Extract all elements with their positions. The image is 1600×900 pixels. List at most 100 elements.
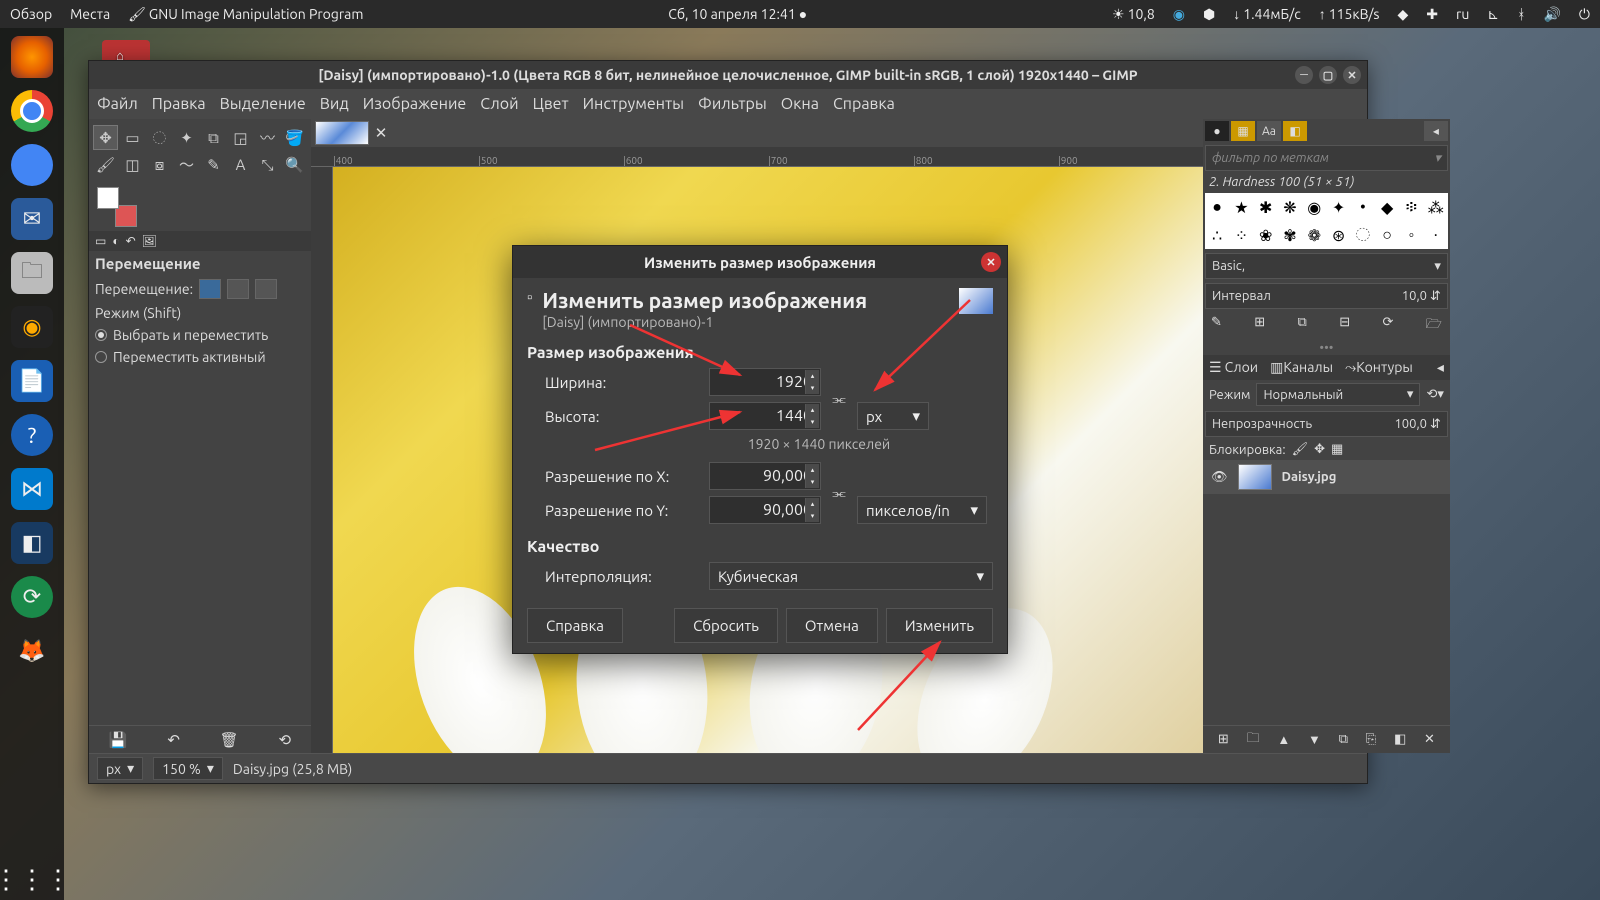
path-tool[interactable]: ✎ <box>201 152 226 177</box>
del-brush-icon[interactable]: ⊟ <box>1339 315 1350 337</box>
rhythmbox-launcher[interactable]: ◉ <box>11 306 53 348</box>
dialog-titlebar[interactable]: Изменить размер изображения ✕ <box>513 246 1007 278</box>
new-brush-icon[interactable]: ⊞ <box>1254 315 1265 337</box>
image-tab[interactable] <box>315 121 369 145</box>
paintbrush-tool[interactable]: 🖌 <box>93 152 118 177</box>
weather-indicator[interactable]: ☀ 10,8 <box>1112 6 1155 23</box>
warp-tool[interactable]: 〰 <box>255 125 280 150</box>
spin-up-icon[interactable]: ▴ <box>805 498 819 510</box>
free-select-tool[interactable]: ◌ <box>147 125 172 150</box>
unit-combo[interactable]: px▾ <box>97 757 143 780</box>
menu-layer[interactable]: Слой <box>480 95 518 113</box>
maximize-button[interactable]: ▢ <box>1319 66 1337 84</box>
menu-view[interactable]: Вид <box>320 95 349 113</box>
ruler-vertical[interactable] <box>311 167 333 753</box>
firefox-launcher[interactable] <box>11 36 53 78</box>
chrome-launcher[interactable] <box>11 90 53 132</box>
accessibility-icon[interactable]: ✚ <box>1426 6 1438 23</box>
rect-select-tool[interactable]: ▭ <box>120 125 145 150</box>
reset-opts-icon[interactable]: ⟲ <box>278 731 291 749</box>
move-selection-btn[interactable] <box>227 279 249 299</box>
brush-filter[interactable]: фильтр по меткам▾ <box>1205 145 1448 171</box>
lock-position-icon[interactable]: ✥ <box>1314 442 1325 457</box>
restore-opts-icon[interactable]: ↶ <box>167 731 180 749</box>
dock-menu-icon[interactable]: ◂ <box>1437 359 1444 376</box>
tool-opts-tab[interactable]: ▭ <box>95 234 106 248</box>
brush-grid[interactable]: ●★✱❋◉✦•◆፨⁂ ∴⁘❀✾❁⊛◌○◦· <box>1205 193 1448 249</box>
gimp-launcher[interactable]: 🦊 <box>11 630 53 672</box>
layers-tab[interactable]: Слои <box>1209 359 1258 376</box>
menu-file[interactable]: Файл <box>97 95 138 113</box>
menu-filters[interactable]: Фильтры <box>698 95 767 113</box>
mode-active-radio[interactable] <box>95 351 107 363</box>
spin-down-icon[interactable]: ▾ <box>805 382 819 394</box>
vscode-launcher[interactable]: ⋈ <box>11 468 53 510</box>
network-icon[interactable]: ⊾ <box>1487 6 1499 23</box>
spin-up-icon[interactable]: ▴ <box>805 464 819 476</box>
patterns-tab[interactable]: ▦ <box>1231 121 1255 141</box>
menu-select[interactable]: Выделение <box>220 95 306 113</box>
layer-name[interactable]: Daisy.jpg <box>1282 470 1337 484</box>
image-tab-close[interactable]: ✕ <box>371 123 391 143</box>
window-titlebar[interactable]: [Daisy] (импортировано)-1.0 (Цвета RGB 8… <box>89 61 1367 89</box>
dock-menu-icon[interactable]: ◂ <box>1424 121 1448 141</box>
active-app[interactable]: 🖌 GNU Image Manipulation Program <box>128 6 363 23</box>
lock-pixels-icon[interactable]: 🖌 <box>1292 442 1309 457</box>
bucket-tool[interactable]: 🪣 <box>282 125 307 150</box>
opacity-slider[interactable]: Непрозрачность100,0 ⇵ <box>1205 411 1448 437</box>
cancel-button[interactable]: Отмена <box>786 608 878 643</box>
fonts-tab[interactable]: Aa <box>1257 121 1281 141</box>
layer-row[interactable]: 👁 Daisy.jpg <box>1203 460 1450 494</box>
mask-layer-icon[interactable]: ◧ <box>1394 732 1406 747</box>
tray-dropbox-icon[interactable]: ◆ <box>1398 6 1409 23</box>
bluetooth-icon[interactable]: ᚼ <box>1517 6 1525 22</box>
reset-button[interactable]: Сбросить <box>674 608 778 643</box>
crop-tool[interactable]: ⧉ <box>201 125 226 150</box>
dup-brush-icon[interactable]: ⧉ <box>1298 315 1307 337</box>
close-button[interactable]: ✕ <box>1343 66 1361 84</box>
res-unit-dropdown[interactable]: пикселов/in▾ <box>857 496 987 524</box>
clock[interactable]: Сб, 10 апреля 12:41 ● <box>668 6 807 22</box>
new-layer-icon[interactable]: ⊞ <box>1218 732 1229 747</box>
volume-icon[interactable]: 🔊 <box>1543 6 1560 23</box>
chain-link-icon[interactable]: ⫘ <box>827 390 851 408</box>
dialog-close-button[interactable]: ✕ <box>981 252 1001 272</box>
height-input[interactable]: 1440▴▾ <box>709 402 821 430</box>
merge-layer-icon[interactable]: ⎘ <box>1366 732 1376 747</box>
interp-dropdown[interactable]: Кубическая▾ <box>709 562 993 590</box>
minimize-button[interactable]: ─ <box>1295 66 1313 84</box>
menu-windows[interactable]: Окна <box>781 95 819 113</box>
qbittorrent-icon[interactable]: ◉ <box>1173 6 1185 23</box>
clone-tool[interactable]: ⧇ <box>147 152 172 177</box>
resy-input[interactable]: 90,000▴▾ <box>709 496 821 524</box>
color-picker-tool[interactable]: ⤡ <box>255 152 280 177</box>
size-unit-dropdown[interactable]: px▾ <box>857 402 929 430</box>
show-apps[interactable]: ⋮⋮⋮ <box>11 858 53 900</box>
places-menu[interactable]: Места <box>70 6 110 22</box>
remote-launcher[interactable]: ⟳ <box>11 576 53 618</box>
paths-tab[interactable]: ⤳Контуры <box>1345 359 1413 376</box>
transform-tool[interactable]: ◲ <box>228 125 253 150</box>
brush-preset[interactable]: Basic,▾ <box>1205 253 1448 279</box>
delete-opts-icon[interactable]: 🗑 <box>220 731 239 749</box>
spin-down-icon[interactable]: ▾ <box>805 416 819 428</box>
blend-mode-dropdown[interactable]: Нормальный▾ <box>1256 383 1420 406</box>
tray-icon[interactable]: ⬢ <box>1203 6 1215 23</box>
keyboard-lang[interactable]: ru <box>1456 6 1469 22</box>
zoom-tool[interactable]: 🔍 <box>282 152 307 177</box>
images-tab[interactable]: 🖼 <box>142 234 157 248</box>
lock-alpha-icon[interactable]: ▦ <box>1331 442 1343 457</box>
resx-input[interactable]: 90,000▴▾ <box>709 462 821 490</box>
overview-button[interactable]: Обзор <box>10 6 52 22</box>
thunderbird-launcher[interactable]: ✉ <box>11 198 53 240</box>
files-launcher[interactable]: 🗀 <box>11 252 53 294</box>
chain-link-icon[interactable]: ⫘ <box>827 484 851 502</box>
move-tool[interactable]: ✥ <box>93 125 118 150</box>
ok-button[interactable]: Изменить <box>886 608 993 643</box>
gradients-tab[interactable]: ◧ <box>1283 121 1307 141</box>
spin-down-icon[interactable]: ▾ <box>805 476 819 488</box>
width-input[interactable]: 1920▴▾ <box>709 368 821 396</box>
power-icon[interactable]: ⏻ <box>1579 6 1590 23</box>
history-tab[interactable]: ↶ <box>126 234 136 248</box>
delete-layer-icon[interactable]: ✕ <box>1424 732 1435 747</box>
